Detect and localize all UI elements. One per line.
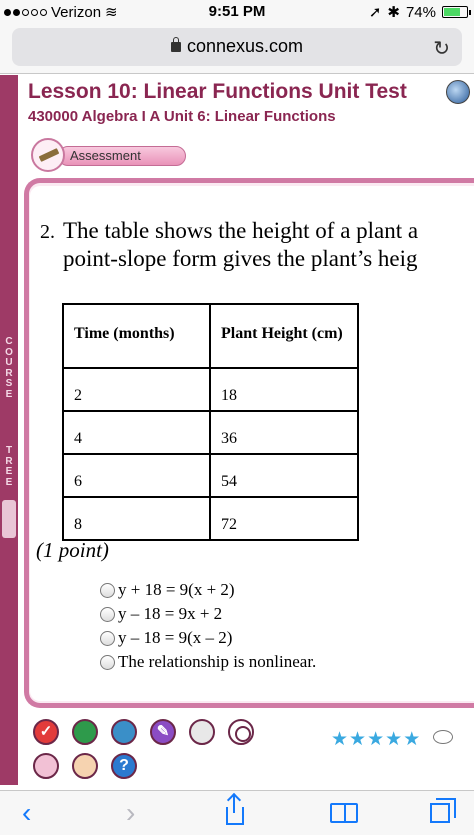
- share-box-icon[interactable]: [226, 807, 244, 825]
- option-label[interactable]: The relationship is nonlinear.: [118, 652, 316, 672]
- answer-option-c[interactable]: y – 18 = 9(x – 2): [100, 626, 316, 650]
- help-icon[interactable]: ?: [111, 753, 137, 779]
- printer-icon[interactable]: [72, 753, 98, 779]
- table-cell: 54: [209, 453, 359, 498]
- calculator-icon[interactable]: [189, 719, 215, 745]
- pin-icon[interactable]: ✎: [150, 719, 176, 745]
- table-header-time: Time (months): [62, 303, 211, 369]
- checkmark-icon[interactable]: ✓: [33, 719, 59, 745]
- star-icon[interactable]: ★: [403, 728, 420, 751]
- table-cell: 8: [62, 496, 211, 541]
- points-label: (1 point): [36, 538, 109, 562]
- strip-letter: S: [5, 378, 13, 389]
- table-cell: 36: [209, 410, 359, 455]
- browser-bottom-bar: ‹ ›: [0, 790, 474, 835]
- table-cell: 4: [62, 410, 211, 455]
- strip-letter: U: [5, 357, 13, 368]
- lock-icon: [170, 37, 181, 52]
- star-icon[interactable]: ★: [349, 728, 366, 751]
- table-cell: 6: [62, 453, 211, 498]
- bluetooth-icon: ✱: [387, 4, 400, 21]
- option-label[interactable]: y + 18 = 9(x + 2): [118, 580, 235, 600]
- pencil-icon: [31, 138, 65, 172]
- globe-tool-icon[interactable]: [111, 719, 137, 745]
- question-number: 2.: [40, 221, 55, 243]
- strip-letter: E: [5, 466, 13, 477]
- status-bar: Verizon ≋ 9:51 PM ➚ ✱ 74%: [0, 0, 474, 24]
- back-icon[interactable]: ‹: [22, 797, 31, 829]
- table-row: 6 54: [62, 453, 359, 498]
- table-header-height: Plant Height (cm): [209, 303, 359, 369]
- radio-button[interactable]: [100, 630, 115, 646]
- strip-letter: C: [5, 336, 13, 347]
- table-row: 2 18: [62, 367, 359, 412]
- table-cell: 72: [209, 496, 359, 541]
- location-icon: ➚: [368, 4, 382, 21]
- radio-button[interactable]: [100, 582, 115, 598]
- star-icon[interactable]: ★: [331, 728, 348, 751]
- status-right: ➚ ✱ 74%: [368, 3, 471, 21]
- bookmarks-icon[interactable]: [330, 803, 358, 823]
- address-bar[interactable]: connexus.com ↻: [12, 28, 462, 66]
- course-tree-strip[interactable]: COURSE TREE: [0, 75, 18, 785]
- table-row: 8 72: [62, 496, 359, 541]
- strip-letter: T: [5, 445, 13, 456]
- book-icon[interactable]: [72, 719, 98, 745]
- strip-letter: E: [5, 388, 13, 400]
- battery-icon: [442, 6, 471, 18]
- globe-icon[interactable]: [446, 80, 470, 104]
- course-tree-label: COURSE TREE: [3, 336, 15, 488]
- assessment-tab-label: Assessment: [70, 148, 141, 163]
- table-cell: 18: [209, 367, 359, 412]
- answer-option-b[interactable]: y – 18 = 9x + 2: [100, 602, 316, 626]
- star-icon[interactable]: ★: [367, 728, 384, 751]
- target-icon[interactable]: [228, 719, 254, 745]
- course-tree-handle[interactable]: [2, 500, 16, 538]
- radio-button[interactable]: [100, 606, 115, 622]
- battery-percent: 74%: [405, 3, 436, 21]
- answer-options: y + 18 = 9(x + 2) y – 18 = 9x + 2 y – 18…: [100, 578, 316, 674]
- notepad-icon[interactable]: [33, 753, 59, 779]
- data-table: Time (months) Plant Height (cm) 2 18 4 3…: [62, 303, 359, 541]
- table-row: 4 36: [62, 410, 359, 455]
- address-text-wrap[interactable]: connexus.com: [12, 36, 462, 57]
- tree-label: TREE: [3, 445, 15, 488]
- question-text-2: point-slope form gives the plant’s heig: [63, 246, 418, 271]
- strip-letter: E: [5, 476, 13, 488]
- address-text[interactable]: connexus.com: [187, 36, 303, 56]
- option-label[interactable]: y – 18 = 9x + 2: [118, 604, 222, 624]
- course-label: COURSE: [3, 336, 15, 400]
- reload-icon[interactable]: ↻: [433, 36, 450, 61]
- radio-button[interactable]: [100, 654, 115, 670]
- browser-toolbar: connexus.com ↻: [0, 24, 474, 74]
- rating-stars[interactable]: ★ ★ ★ ★ ★: [331, 728, 420, 751]
- lesson-title: Lesson 10: Linear Functions Unit Test: [28, 80, 407, 103]
- option-label[interactable]: y – 18 = 9(x – 2): [118, 628, 232, 648]
- star-icon[interactable]: ★: [385, 728, 402, 751]
- table-header-row: Time (months) Plant Height (cm): [62, 303, 359, 369]
- answer-option-d[interactable]: The relationship is nonlinear.: [100, 650, 316, 674]
- question-line-1: 2. The table shows the height of a plant …: [40, 216, 418, 247]
- comment-icon[interactable]: [433, 730, 453, 744]
- question-text-1: The table shows the height of a plant a: [63, 218, 419, 243]
- unit-subtitle: 430000 Algebra I A Unit 6: Linear Functi…: [28, 108, 336, 125]
- answer-option-a[interactable]: y + 18 = 9(x + 2): [100, 578, 316, 602]
- tabs-icon[interactable]: [430, 798, 456, 823]
- forward-icon[interactable]: ›: [126, 797, 135, 829]
- table-cell: 2: [62, 367, 211, 412]
